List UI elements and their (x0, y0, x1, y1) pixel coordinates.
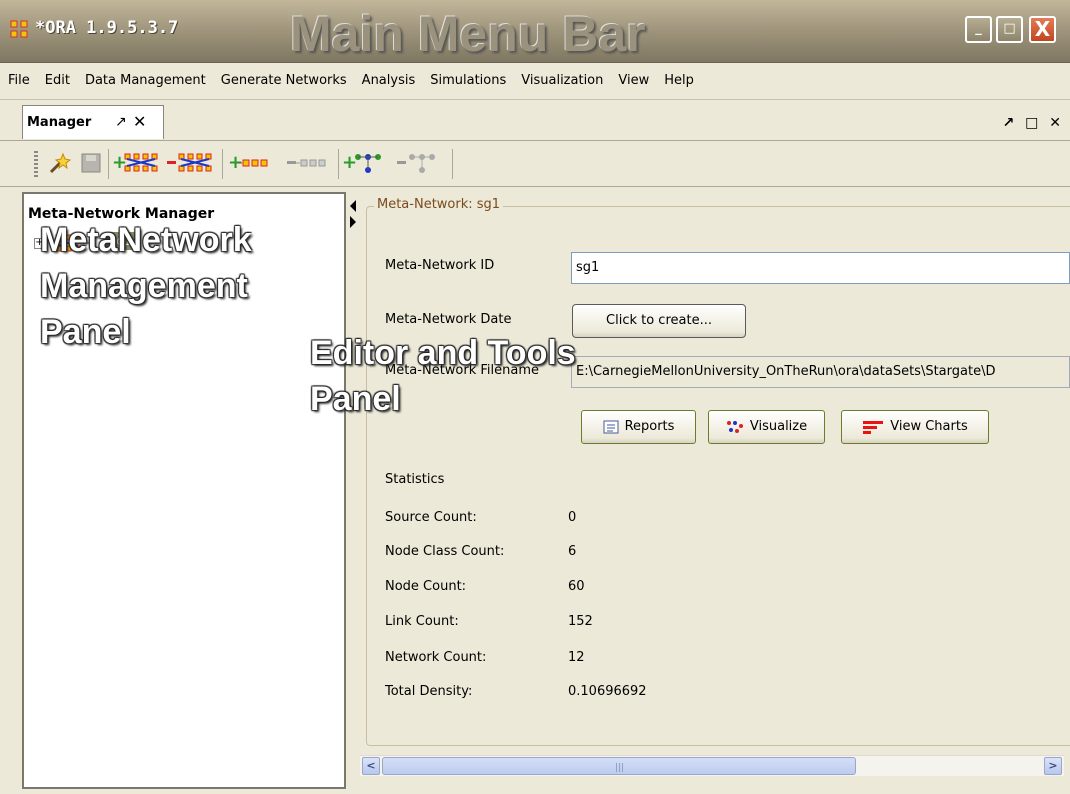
dock-controls[interactable]: ↗ □ ✕ (1003, 115, 1064, 131)
scroll-left-button[interactable]: < (362, 757, 380, 775)
remove-network-icon[interactable] (396, 151, 444, 175)
view-charts-button[interactable]: View Charts (841, 410, 989, 444)
toolbar-separator (108, 149, 109, 179)
menu-analysis[interactable]: Analysis (362, 73, 416, 88)
stat-value: 12 (568, 650, 585, 665)
toolbar-grip[interactable] (34, 151, 38, 177)
toolbar-separator (452, 149, 453, 179)
add-metanetwork-icon[interactable]: + (112, 151, 160, 175)
stat-label: Link Count: (385, 614, 459, 629)
add-network-icon[interactable]: + (342, 151, 390, 175)
menu-simulations[interactable]: Simulations (430, 73, 506, 88)
editor-tools-panel: Meta-Network: sg1 Meta-Network ID sg1 Me… (360, 188, 1070, 790)
stat-label: Network Count: (385, 650, 487, 665)
collapse-left-icon[interactable] (350, 200, 356, 212)
menu-help[interactable]: Help (664, 73, 694, 88)
statistics-heading: Statistics (385, 472, 445, 487)
stat-value: 0.10696692 (568, 684, 647, 699)
annotation-line: Panel (310, 380, 401, 418)
save-icon[interactable] (80, 151, 102, 175)
ora-app-icon (10, 20, 28, 38)
remove-metanetwork-icon[interactable] (166, 151, 214, 175)
metanetwork-panel-annotation: MetaNetwork Management Panel (40, 217, 252, 355)
charts-icon (863, 420, 884, 434)
window-title: *ORA 1.9.5.3.7 (35, 18, 179, 38)
maximize-button[interactable]: □ (996, 16, 1023, 43)
metanetwork-id-field[interactable]: sg1 (571, 252, 1070, 284)
annotation-line: Panel (40, 313, 131, 351)
menu-bar: File Edit Data Management Generate Netwo… (0, 63, 1070, 100)
wand-icon[interactable] (46, 151, 72, 175)
remove-nodeset-icon[interactable] (286, 151, 334, 175)
metanetwork-groupbox (366, 206, 1070, 746)
stat-value: 152 (568, 614, 593, 629)
stat-value: 60 (568, 579, 585, 594)
menu-view[interactable]: View (618, 73, 649, 88)
reports-icon (603, 420, 619, 433)
view-charts-button-label: View Charts (890, 419, 968, 434)
stat-label: Node Class Count: (385, 544, 505, 559)
undock-icon[interactable]: ↗ (115, 114, 127, 130)
stat-label: Total Density: (385, 684, 473, 699)
annotation-line: MetaNetwork (40, 221, 252, 259)
scroll-thumb[interactable]: ||| (382, 757, 856, 775)
stat-label: Source Count: (385, 510, 477, 525)
title-bar[interactable]: *ORA 1.9.5.3.7 Main Menu Bar _ □ X (0, 0, 1070, 63)
tab-manager[interactable]: Manager ↗ ✕ (22, 105, 164, 139)
editor-panel-annotation: Editor and Tools Panel (310, 330, 576, 422)
visualize-button[interactable]: Visualize (708, 410, 825, 444)
visualize-icon (726, 420, 743, 433)
tab-strip: Manager ↗ ✕ ↗ □ ✕ (0, 100, 1070, 141)
toolbar-separator (338, 149, 339, 179)
stat-label: Node Count: (385, 579, 467, 594)
toolbar: + + + (0, 141, 1070, 187)
collapse-right-icon[interactable] (350, 216, 356, 228)
group-title: Meta-Network: sg1 (374, 197, 504, 212)
menu-data-management[interactable]: Data Management (85, 73, 206, 88)
menu-edit[interactable]: Edit (45, 73, 70, 88)
create-date-button[interactable]: Click to create... (572, 304, 746, 338)
stat-value: 6 (568, 544, 577, 559)
panel-splitter[interactable] (346, 192, 360, 789)
svg-text:+: + (342, 152, 357, 173)
visualize-button-label: Visualize (749, 419, 808, 434)
reports-button[interactable]: Reports (581, 410, 696, 444)
main-menu-bar-annotation: Main Menu Bar (290, 6, 646, 62)
filename-field[interactable]: E:\CarnegieMellonUniversity_OnTheRun\ora… (571, 356, 1070, 388)
menu-file[interactable]: File (8, 73, 30, 88)
minimize-button[interactable]: _ (965, 16, 992, 43)
stat-value: 0 (568, 510, 577, 525)
reports-button-label: Reports (624, 419, 675, 434)
annotation-line: Management (40, 267, 248, 305)
annotation-line: Editor and Tools (310, 334, 576, 372)
tab-manager-label: Manager (27, 115, 92, 130)
add-nodeset-icon[interactable]: + (228, 151, 276, 175)
tab-close-icon[interactable]: ✕ (133, 112, 146, 131)
horizontal-scrollbar[interactable]: < ||| > (360, 755, 1064, 776)
menu-visualization[interactable]: Visualization (521, 73, 603, 88)
toolbar-separator (222, 149, 223, 179)
menu-generate-networks[interactable]: Generate Networks (221, 73, 347, 88)
scroll-grip-icon: ||| (615, 763, 625, 773)
id-label: Meta-Network ID (385, 258, 495, 273)
close-button[interactable]: X (1029, 16, 1056, 43)
scroll-right-button[interactable]: > (1044, 757, 1062, 775)
date-label: Meta-Network Date (385, 312, 512, 327)
